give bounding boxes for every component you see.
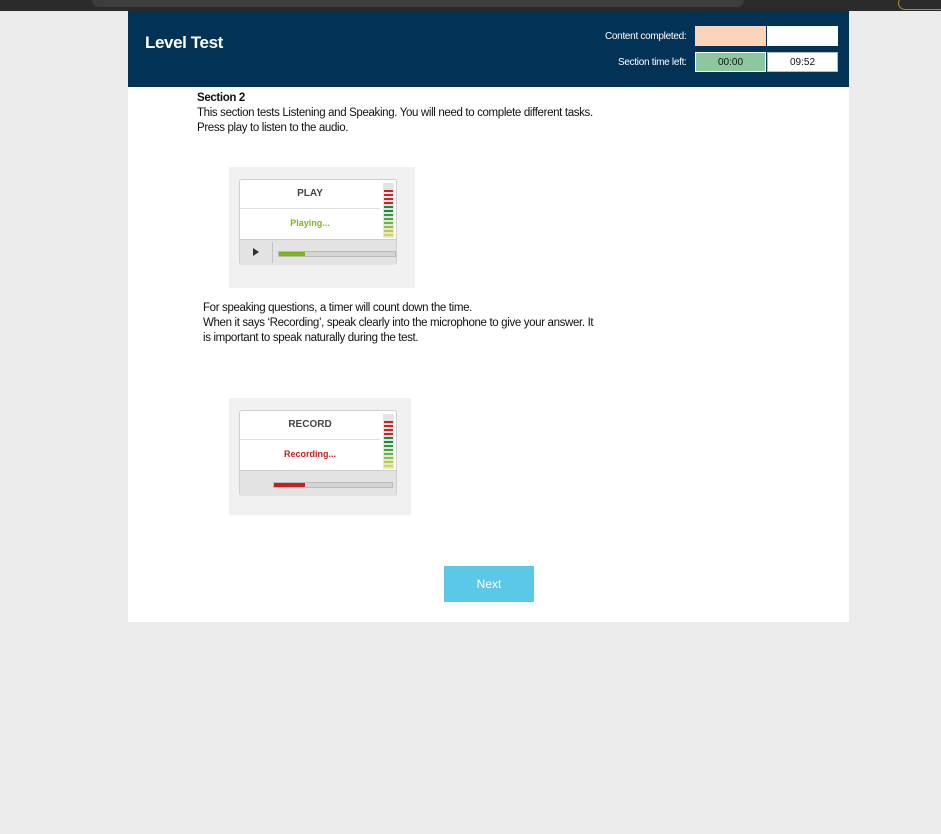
meter-segment xyxy=(384,445,393,447)
meter-segment xyxy=(384,465,393,467)
meter-segment xyxy=(384,206,393,208)
meter-segment xyxy=(384,433,393,435)
section-heading: Section 2 xyxy=(197,92,245,104)
next-button[interactable]: Next xyxy=(444,566,534,602)
control-divider xyxy=(272,242,273,263)
meter-segment xyxy=(384,210,393,212)
address-bar xyxy=(92,0,744,7)
content-completed-bar xyxy=(695,26,766,46)
meter-segment xyxy=(384,441,393,443)
recorder-controls xyxy=(240,470,396,496)
recording-progress-bar xyxy=(273,482,393,488)
audio-progress-bar xyxy=(278,251,396,257)
meter-segment xyxy=(384,222,393,224)
record-widget: RECORD Recording... xyxy=(239,410,397,496)
recording-progress-fill xyxy=(274,483,305,487)
record-label: RECORD xyxy=(240,411,380,440)
recording-level-meter xyxy=(383,414,394,469)
meter-segment xyxy=(384,194,393,196)
meter-segment xyxy=(384,429,393,431)
speaking-line2: When it says ‘Recording’, speak clearly … xyxy=(203,317,594,329)
play-icon[interactable] xyxy=(253,248,259,256)
browser-profile-pill xyxy=(898,0,941,10)
content-completed-label: Content completed: xyxy=(605,31,687,42)
meter-segment xyxy=(384,437,393,439)
meter-segment xyxy=(384,198,393,200)
content-remaining-bar xyxy=(767,26,838,46)
playing-status: Playing... xyxy=(290,218,330,228)
page-title: Level Test xyxy=(145,33,223,52)
elapsed-time-cell: 00:00 xyxy=(695,52,766,72)
record-widget-image: RECORD Recording... xyxy=(229,398,411,515)
play-widget-image: PLAY Playing... xyxy=(229,167,415,288)
player-controls xyxy=(240,239,396,265)
audio-progress-fill xyxy=(279,252,305,256)
meter-segment xyxy=(384,230,393,232)
meter-segment xyxy=(384,234,393,236)
play-label: PLAY xyxy=(240,180,380,209)
meter-segment xyxy=(384,453,393,455)
meter-segment xyxy=(384,218,393,220)
meter-segment xyxy=(384,421,393,423)
speaking-line1: For speaking questions, a timer will cou… xyxy=(203,302,472,314)
meter-segment xyxy=(384,449,393,451)
meter-segment xyxy=(384,461,393,463)
recording-status: Recording... xyxy=(283,449,336,459)
browser-top-bar xyxy=(0,0,941,11)
section-intro-line2: Press play to listen to the audio. xyxy=(197,122,349,134)
meter-segment xyxy=(384,190,393,192)
play-widget: PLAY Playing... xyxy=(239,179,397,265)
section-intro-line1: This section tests Listening and Speakin… xyxy=(197,107,593,119)
test-panel: Level Test Content completed: Section ti… xyxy=(128,11,849,622)
meter-segment xyxy=(384,202,393,204)
section-time-label: Section time left: xyxy=(618,57,687,68)
meter-segment xyxy=(384,425,393,427)
time-left-cell: 09:52 xyxy=(767,52,838,72)
meter-segment xyxy=(384,214,393,216)
audio-level-meter xyxy=(383,183,394,238)
meter-segment xyxy=(384,457,393,459)
meter-segment xyxy=(384,226,393,228)
speaking-line3: is important to speak naturally during t… xyxy=(203,332,419,344)
test-header: Level Test Content completed: Section ti… xyxy=(128,11,849,87)
